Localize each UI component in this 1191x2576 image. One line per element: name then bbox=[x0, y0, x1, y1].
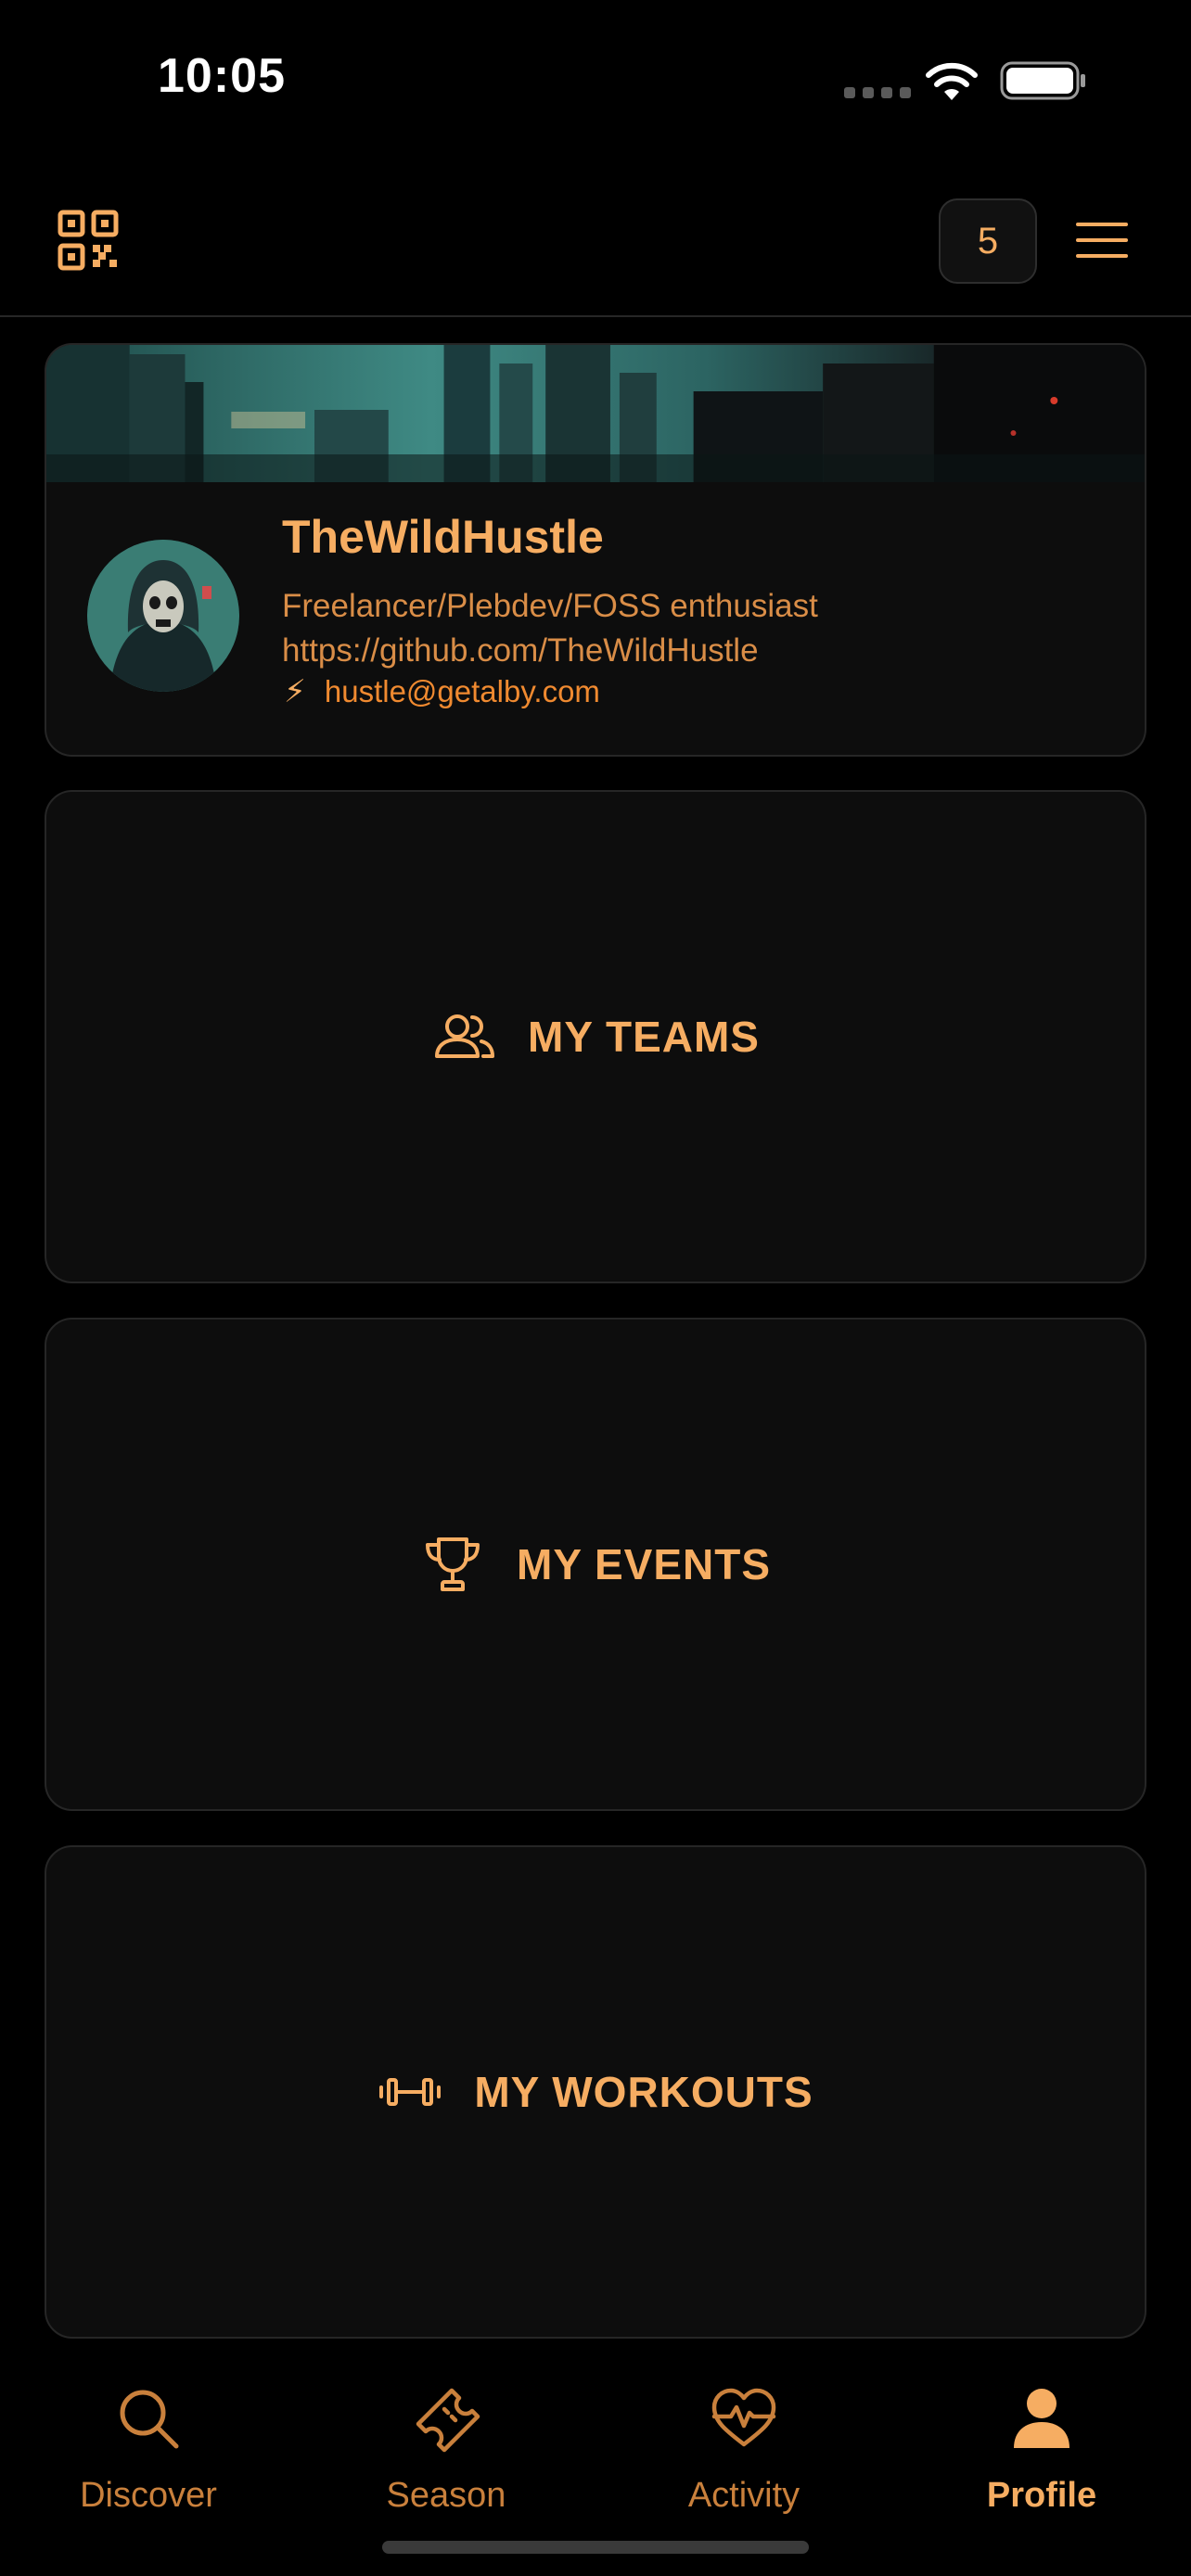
qr-code-icon[interactable] bbox=[58, 210, 119, 271]
heart-pulse-icon bbox=[711, 2388, 776, 2447]
cellular-signal-icon bbox=[844, 87, 911, 98]
my-events-label: MY EVENTS bbox=[517, 1540, 771, 1588]
profile-bio: Freelancer/Plebdev/FOSS enthusiast https… bbox=[282, 584, 818, 673]
wifi-icon bbox=[926, 62, 978, 100]
tab-activity[interactable]: Activity bbox=[633, 2383, 855, 2516]
top-navigation: 5 bbox=[0, 158, 1191, 317]
tab-profile-label: Profile bbox=[986, 2476, 1097, 2515]
profile-website-link[interactable]: https://github.com/TheWildHustle bbox=[282, 629, 818, 673]
lightning-address[interactable]: hustle@getalby.com bbox=[325, 674, 600, 709]
hamburger-menu-icon[interactable] bbox=[1076, 223, 1128, 261]
notifications-badge[interactable]: 5 bbox=[939, 198, 1037, 284]
home-indicator[interactable] bbox=[382, 2541, 809, 2554]
tab-discover-label: Discover bbox=[80, 2476, 217, 2515]
profile-bio-line: Freelancer/Plebdev/FOSS enthusiast bbox=[282, 588, 818, 624]
profile-banner-image bbox=[46, 345, 1145, 482]
status-bar: 10:05 bbox=[0, 0, 1191, 158]
ticket-icon bbox=[416, 2388, 480, 2453]
my-teams-card[interactable]: MY TEAMS bbox=[45, 790, 1146, 1283]
lightning-bolt-icon: ⚡ bbox=[284, 674, 306, 709]
trophy-icon bbox=[426, 1537, 480, 1591]
dumbbell-icon bbox=[379, 2078, 442, 2106]
profile-name: TheWildHustle bbox=[282, 511, 604, 563]
person-icon bbox=[1014, 2389, 1069, 2448]
my-teams-label: MY TEAMS bbox=[528, 1013, 760, 1061]
search-icon bbox=[120, 2390, 179, 2449]
users-icon bbox=[435, 1014, 495, 1058]
tab-season-label: Season bbox=[386, 2476, 506, 2515]
screen: 10:05 5 TheWildHustle Freelancer/Plebdev… bbox=[0, 0, 1191, 2576]
status-time: 10:05 bbox=[158, 49, 286, 103]
lightning-address-row[interactable]: ⚡ hustle@getalby.com bbox=[284, 673, 600, 710]
my-events-card[interactable]: MY EVENTS bbox=[45, 1318, 1146, 1811]
profile-card[interactable]: TheWildHustle Freelancer/Plebdev/FOSS en… bbox=[45, 343, 1146, 757]
my-workouts-label: MY WORKOUTS bbox=[474, 2068, 813, 2116]
tab-profile[interactable]: Profile bbox=[930, 2383, 1153, 2516]
my-workouts-card[interactable]: MY WORKOUTS bbox=[45, 1845, 1146, 2339]
avatar[interactable] bbox=[87, 540, 239, 692]
tab-discover[interactable]: Discover bbox=[37, 2383, 260, 2516]
battery-icon bbox=[1000, 61, 1085, 100]
tab-season[interactable]: Season bbox=[335, 2383, 557, 2516]
tab-activity-label: Activity bbox=[687, 2476, 800, 2515]
